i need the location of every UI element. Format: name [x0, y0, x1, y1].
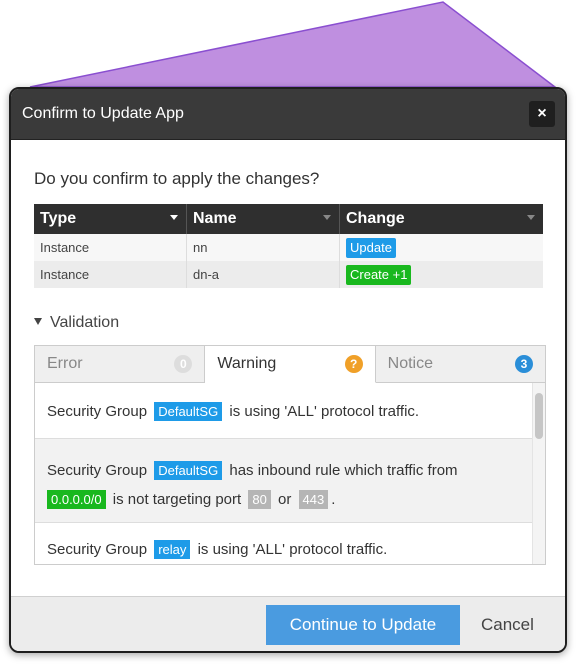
error-count-badge: 0: [174, 355, 193, 373]
scrollbar[interactable]: [532, 383, 545, 564]
changes-table: Type Name Change Instance nn Update Inst…: [34, 204, 543, 288]
port-tag: 80: [248, 490, 271, 509]
tab-warning[interactable]: Warning ?: [205, 346, 376, 383]
cancel-button[interactable]: Cancel: [481, 605, 534, 645]
security-group-tag: relay: [154, 540, 191, 559]
validation-label: Validation: [50, 314, 120, 331]
tab-notice[interactable]: Notice 3: [375, 346, 545, 382]
column-header-type[interactable]: Type: [34, 204, 187, 234]
close-button[interactable]: ×: [529, 101, 555, 127]
dialog-footer: Continue to Update Cancel: [11, 596, 565, 651]
dialog-title: Confirm to Update App: [22, 105, 184, 122]
sort-caret-icon: [527, 215, 535, 220]
cell-name: dn-a: [186, 261, 340, 288]
scrollbar-thumb[interactable]: [535, 393, 543, 439]
validation-toggle[interactable]: Validation: [34, 314, 119, 332]
column-header-change[interactable]: Change: [339, 204, 543, 234]
change-badge: Update: [346, 237, 396, 258]
continue-to-update-button[interactable]: Continue to Update: [266, 605, 460, 645]
tab-error[interactable]: Error 0: [35, 346, 206, 382]
change-badge: Create +1: [346, 264, 412, 285]
confirm-update-dialog: Confirm to Update App × Do you confirm t…: [9, 87, 567, 653]
validation-panel: Error 0 Warning ? Notice 3 Security Grou…: [34, 345, 546, 565]
sort-caret-icon: [323, 215, 331, 220]
table-header-row: Type Name Change: [34, 204, 543, 234]
list-item: Security Group relay is using 'ALL' prot…: [35, 523, 535, 564]
caret-down-icon: [34, 318, 42, 325]
cidr-tag: 0.0.0.0/0: [47, 490, 106, 509]
validation-tabs: Error 0 Warning ? Notice 3: [35, 346, 545, 383]
column-header-name[interactable]: Name: [186, 204, 340, 234]
cell-change: Create +1: [339, 261, 543, 288]
dialog-header: Confirm to Update App ×: [11, 89, 565, 140]
table-row: Instance dn-a Create +1: [34, 261, 543, 288]
confirm-question: Do you confirm to apply the changes?: [34, 169, 320, 188]
sort-caret-icon: [170, 215, 178, 220]
list-item: Security Group DefaultSG is using 'ALL' …: [35, 383, 535, 439]
security-group-tag: DefaultSG: [154, 402, 223, 421]
list-item: Security Group DefaultSG has inbound rul…: [35, 439, 535, 523]
cell-type: Instance: [34, 234, 187, 261]
cell-type: Instance: [34, 261, 187, 288]
notice-count-badge: 3: [514, 355, 533, 373]
cell-change: Update: [339, 234, 543, 261]
port-tag: 443: [298, 490, 329, 509]
warning-messages: Security Group DefaultSG is using 'ALL' …: [35, 383, 535, 564]
warning-count-badge: ?: [344, 355, 363, 373]
table-row: Instance nn Update: [34, 234, 543, 261]
security-group-tag: DefaultSG: [154, 461, 223, 480]
cell-name: nn: [186, 234, 340, 261]
